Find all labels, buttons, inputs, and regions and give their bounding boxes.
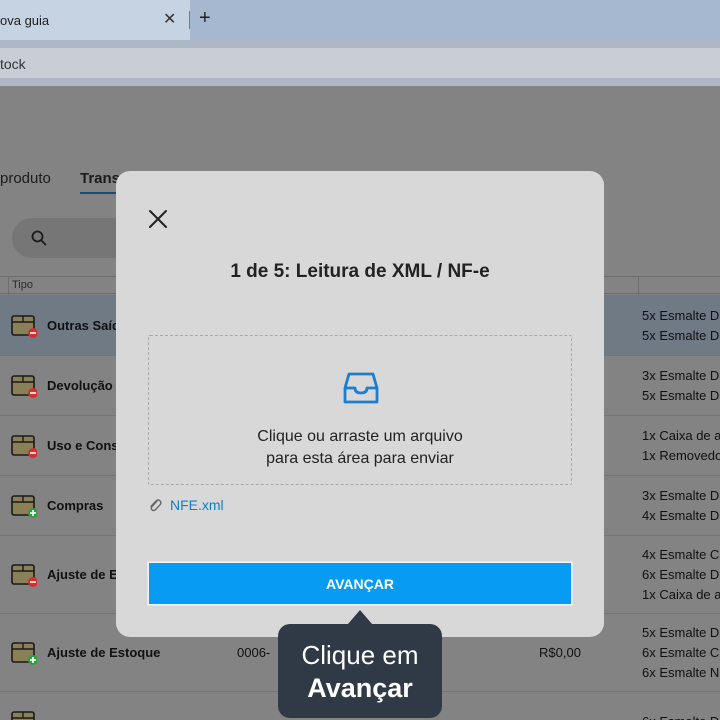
tab-produto[interactable]: produto: [0, 170, 51, 187]
tab-close-icon[interactable]: ✕: [163, 9, 176, 29]
box-icon: [11, 711, 35, 720]
search-icon: [31, 230, 47, 246]
tooltip-line-1: Clique em: [301, 640, 419, 670]
box-icon: [11, 564, 37, 587]
row-item: 5x Esmalte D: [642, 307, 720, 323]
tooltip-line-2: Avançar: [307, 673, 413, 703]
browser-tab[interactable]: ova guia ✕: [0, 0, 190, 40]
row-code: 0006-: [237, 645, 271, 660]
dropzone-text: Clique ou arraste um arquivo para esta á…: [149, 426, 571, 470]
dropzone-line-1: Clique ou arraste um arquivo: [257, 428, 463, 445]
row-item: 1x Caixa de a: [642, 428, 720, 443]
tab-title: ova guia: [0, 13, 50, 28]
url-field[interactable]: [0, 48, 720, 78]
url-text: tock: [0, 56, 26, 72]
paperclip-icon: [150, 499, 162, 512]
row-item: 6x Esmalte C: [642, 645, 720, 660]
box-icon: [11, 375, 37, 398]
browser-tab-bar: ova guia ✕ +: [0, 0, 720, 40]
modal-title: 1 de 5: Leitura de XML / NF-e: [230, 261, 490, 282]
column-divider: [8, 277, 9, 295]
column-header-type: Tipo: [12, 279, 33, 291]
row-item: 6x Esmalte D: [642, 712, 719, 720]
row-type: Compras: [47, 498, 104, 513]
xml-import-modal: 1 de 5: Leitura de XML / NF-e Clique ou …: [116, 171, 604, 637]
row-type: Uso e Cons: [47, 438, 119, 453]
row-item: 5x Esmalte D: [642, 388, 720, 403]
row-item: 6x Esmalte N: [642, 665, 720, 680]
row-type: Devolução: [47, 378, 113, 393]
row-items: 5x Esmalte D 5x Esmalte D: [642, 306, 719, 346]
row-type: Ajuste de E: [47, 567, 118, 582]
row-items: 3x Esmalte D 4x Esmalte D: [642, 486, 719, 526]
row-item: 1x Removedo: [642, 448, 720, 463]
box-icon: [11, 495, 37, 518]
tab-transacoes[interactable]: Trans: [80, 170, 120, 187]
tooltip-arrow: [348, 610, 372, 624]
row-item: 1x Caixa de a: [642, 587, 720, 602]
row-items: 1x Caixa de a 1x Removedo: [642, 426, 720, 466]
row-type: Ajuste de Estoque: [47, 645, 161, 660]
row-item: 6x Esmalte D: [642, 567, 720, 582]
file-name-link[interactable]: NFE.xml: [170, 497, 224, 513]
close-icon[interactable]: [146, 207, 170, 231]
box-icon: [11, 642, 37, 665]
advance-button[interactable]: AVANÇAR: [148, 562, 572, 605]
active-tab-indicator: [80, 192, 120, 194]
row-item: 5x Esmalte D: [642, 625, 720, 640]
row-items: 5x Esmalte D 6x Esmalte C 6x Esmalte N: [642, 623, 719, 683]
file-dropzone[interactable]: Clique ou arraste um arquivo para esta á…: [148, 335, 572, 485]
tab-separator: [189, 11, 190, 29]
row-item: 4x Esmalte C: [642, 547, 720, 562]
row-items: 6x Esmalte D: [642, 712, 719, 720]
dropzone-line-2: para esta área para enviar: [266, 450, 454, 467]
guide-tooltip: Clique em Avançar: [278, 624, 442, 718]
box-icon: [11, 435, 37, 458]
inbox-icon: [343, 372, 379, 404]
column-divider: [638, 277, 639, 295]
row-items: 3x Esmalte D 5x Esmalte D: [642, 366, 719, 406]
row-items: 4x Esmalte C 6x Esmalte D 1x Caixa de a: [642, 545, 720, 605]
new-tab-icon[interactable]: +: [199, 7, 211, 30]
row-item: 3x Esmalte D: [642, 488, 720, 503]
row-price: R$0,00: [539, 645, 581, 660]
address-bar: tock: [0, 40, 720, 86]
row-item: 3x Esmalte D: [642, 368, 720, 383]
box-icon: [11, 314, 37, 338]
row-item: 4x Esmalte D: [642, 508, 720, 523]
row-type: Outras Saíd: [47, 317, 120, 333]
row-item: 5x Esmalte D: [642, 327, 720, 343]
